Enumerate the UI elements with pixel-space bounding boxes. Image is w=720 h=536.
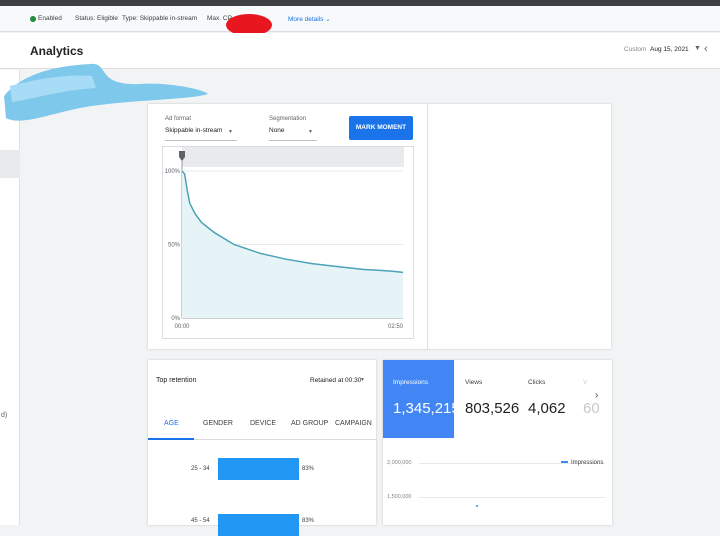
tab-ad-group[interactable]: AD GROUP [291,420,328,427]
top-retention-title: Top retention [156,377,197,384]
tab-age[interactable]: AGE [164,420,179,427]
chart-legend: Impressions [561,460,603,466]
segmentation-select[interactable]: None [269,127,285,134]
y-axis-tick: 1,500,000 [387,494,412,500]
ad-format-dropdown-icon[interactable]: ▼ [228,129,233,135]
age-retention-pct: 83% [302,518,315,524]
segmentation-underline [269,140,317,141]
x-tick-label: 00:00 [174,324,190,330]
retention-chart-svg: 100% 50% 0% 00:00 02:50 [165,147,404,330]
date-range-picker[interactable]: Aug 15, 2021 [650,46,689,53]
age-retention-pct: 83% [302,466,315,472]
previous-period-icon[interactable]: ‹ [704,43,708,55]
age-retention-bar [218,514,300,536]
metric-value: 803,526 [465,400,520,417]
tab-device[interactable]: DEVICE [250,420,276,427]
age-row-label: 45 - 54 [191,518,210,524]
metric-clicks[interactable]: Clicks 4,062 [518,360,573,438]
legend-swatch-icon [561,461,568,464]
metric-impressions[interactable]: Impressions 1,345,215 [383,360,460,438]
data-point [476,505,478,507]
chevron-down-icon: ⌄ [325,16,331,23]
metric-label: Impressions [393,379,429,386]
left-navigation: d) [0,70,20,525]
metric-label: V [583,379,588,386]
gridline [419,497,605,498]
audience-retention-card: Ad format Skippable in-stream ▼ Segmenta… [148,104,611,349]
date-dropdown-icon[interactable]: ▼ [694,45,701,52]
age-retention-bar [218,458,300,480]
nav-item-label: d) [1,412,8,419]
more-details-link[interactable]: More details ⌄ [288,15,331,23]
retained-at-dropdown-icon[interactable]: ▼ [360,377,365,383]
timeline-band [182,147,404,167]
metrics-card: Impressions 1,345,215 Views 803,526 Clic… [383,360,612,525]
next-metrics-icon[interactable]: › [595,390,598,401]
metric-label: Views [465,379,483,386]
enabled-status: Enabled [38,15,62,22]
ad-format-select[interactable]: Skippable in-stream [165,127,222,134]
card-divider [427,104,428,349]
active-tab-indicator [148,438,194,440]
metric-views[interactable]: Views 803,526 [455,360,520,438]
tab-campaign[interactable]: CAMPAIGN [335,420,372,427]
top-retention-card: Top retention Retained at 00:30 ▼ AGE GE… [148,360,376,536]
ad-format-label: Ad format [165,116,192,122]
campaign-type: Type: Skippable in-stream [122,15,198,22]
y-tick-label: 50% [168,243,181,249]
legend-label: Impressions [571,460,604,466]
segmentation-dropdown-icon[interactable]: ▼ [308,129,313,135]
y-tick-label: 100% [165,169,181,175]
dimension-tabs: AGE GENDER DEVICE AD GROUP CAMPAIGN [148,412,376,440]
metric-value: 1,345,215 [393,400,460,417]
retained-at-select[interactable]: Retained at 00:30 [310,377,361,384]
mark-moment-button[interactable]: MARK MOMENT [349,116,413,140]
nav-selected-item[interactable] [0,150,20,178]
metric-partial[interactable]: V 60 [573,360,612,438]
metric-label: Clicks [528,379,546,386]
y-tick-label: 0% [171,316,180,322]
metric-value: 60 [583,400,600,417]
y-axis-tick: 2,000,000 [387,460,412,466]
x-tick-label: 02:50 [388,324,404,330]
eligibility-status: Status: Eligible [75,15,118,22]
tab-gender[interactable]: GENDER [203,420,233,427]
date-range-type: Custom [624,46,647,53]
age-row-label: 25 - 34 [191,466,210,472]
enabled-status-icon [30,16,36,22]
metric-value: 4,062 [528,400,566,417]
more-details-label: More details [288,16,324,23]
retention-chart: 100% 50% 0% 00:00 02:50 [162,146,414,339]
ad-format-underline [165,140,237,141]
segmentation-label: Segmentation [269,116,307,122]
campaign-status-bar: Enabled Status: Eligible Type: Skippable… [0,6,720,36]
